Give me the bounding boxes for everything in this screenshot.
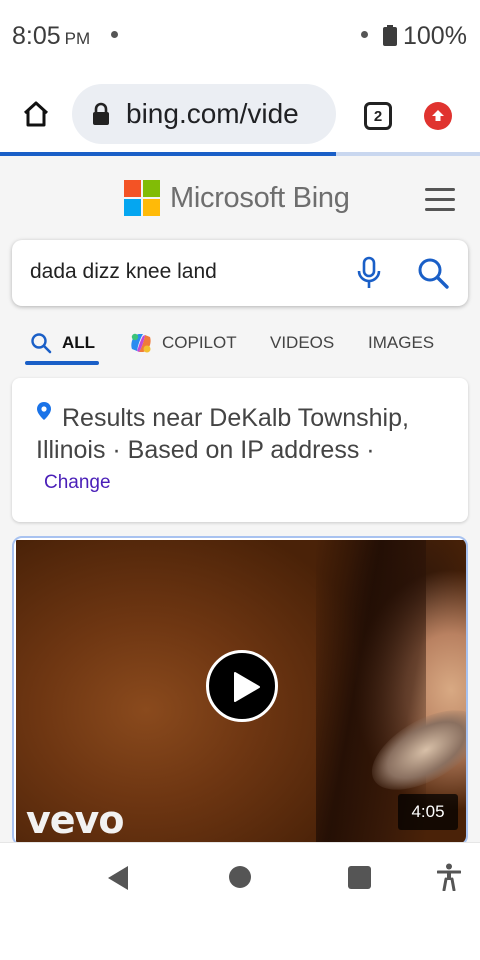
search-query: dada dizz knee land	[30, 260, 217, 283]
logo-square-yellow	[143, 199, 160, 216]
microphone-icon[interactable]	[354, 256, 384, 290]
logo-square-blue	[124, 199, 141, 216]
tab-label: VIDEOS	[270, 333, 335, 352]
hamburger-menu-button[interactable]	[425, 188, 457, 212]
search-icon[interactable]	[416, 256, 450, 290]
status-time-value: 8:05	[12, 22, 61, 50]
tab-videos[interactable]: VIDEOS	[270, 328, 334, 358]
search-input[interactable]: dada dizz knee land	[12, 240, 468, 306]
brand-name: Microsoft Bing	[170, 181, 350, 214]
battery-icon	[383, 25, 397, 46]
hamburger-line	[425, 198, 455, 201]
tab-label: ALL	[62, 333, 96, 352]
tab-switcher-button[interactable]: 2	[364, 102, 392, 130]
recents-square-button[interactable]	[348, 866, 371, 889]
system-navigation-bar	[0, 842, 480, 960]
search-icon	[31, 333, 52, 354]
video-result-card[interactable]: vevo 4:05	[12, 536, 468, 842]
signal-dot-icon	[361, 31, 368, 38]
update-icon	[432, 110, 444, 121]
hamburger-line	[425, 208, 455, 211]
back-triangle-icon[interactable]	[106, 865, 130, 891]
tab-count: 2	[373, 107, 383, 125]
microsoft-logo-icon	[124, 180, 160, 216]
accessibility-icon[interactable]	[437, 863, 461, 891]
notification-dot-icon	[111, 31, 118, 38]
location-card: Results near DeKalb Township, Illinois ·…	[12, 378, 468, 522]
location-text: Results near DeKalb Township, Illinois ·…	[36, 404, 409, 464]
status-bar: 8:05 PM 100%	[0, 0, 480, 72]
url-text: bing.com/vide	[126, 98, 299, 129]
play-button[interactable]	[206, 650, 278, 722]
tab-label: COPILOT	[162, 333, 237, 352]
video-duration-badge: 4:05	[398, 794, 458, 830]
home-icon	[23, 101, 49, 127]
video-thumbnail[interactable]: vevo 4:05	[16, 540, 466, 842]
browser-toolbar: bing.com/vide 2	[0, 72, 480, 156]
logo-square-green	[143, 180, 160, 197]
address-bar[interactable]: bing.com/vide	[72, 84, 336, 144]
tab-copilot[interactable]: COPILOT	[128, 328, 237, 358]
home-circle-button[interactable]	[229, 866, 251, 888]
hamburger-line	[425, 188, 455, 191]
active-tab-indicator	[25, 361, 99, 365]
update-button[interactable]	[424, 102, 452, 130]
vevo-logo: vevo	[26, 798, 124, 842]
search-tabs: ALL COPILOT VIDEOS IMAGES	[0, 324, 480, 365]
lock-icon	[93, 102, 109, 125]
copilot-icon	[131, 333, 151, 353]
change-location-link[interactable]: Change	[44, 472, 111, 494]
tab-label: IMAGES	[368, 333, 435, 352]
tab-images[interactable]: IMAGES	[368, 328, 434, 358]
play-icon	[234, 672, 260, 702]
tab-all[interactable]: ALL	[30, 328, 95, 358]
bing-logo[interactable]: Microsoft Bing	[124, 180, 350, 216]
battery-percentage: 100%	[403, 22, 467, 50]
home-button[interactable]	[18, 96, 54, 132]
status-time: 8:05 PM	[12, 22, 90, 51]
logo-square-red	[124, 180, 141, 197]
bing-page: Microsoft Bing dada dizz knee land ALL C…	[0, 156, 480, 842]
status-ampm: PM	[64, 29, 91, 48]
